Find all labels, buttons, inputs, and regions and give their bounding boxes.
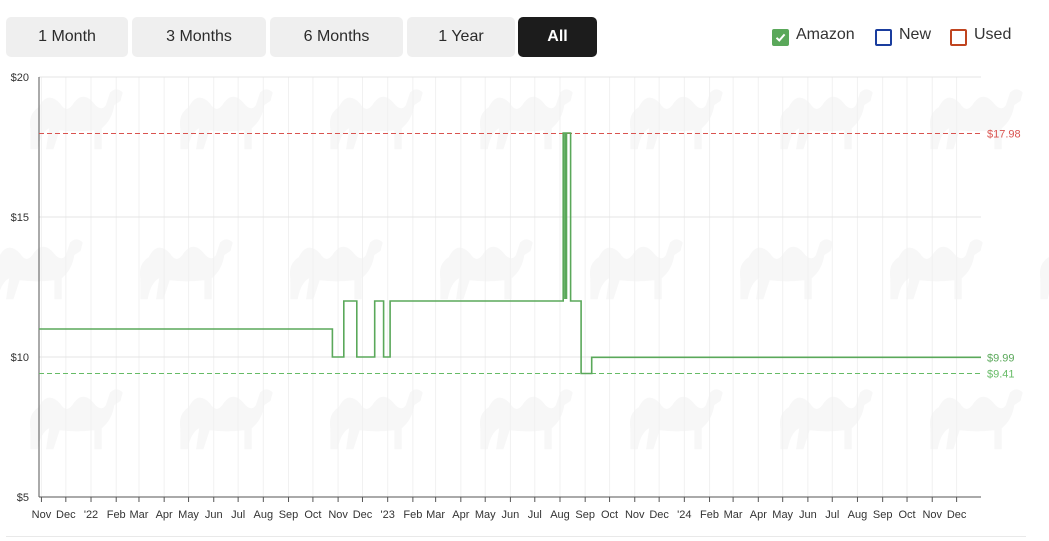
camel-icon [29,389,123,450]
camel-icon-shape [629,89,723,150]
camel-icon-shape [739,239,833,300]
x-tick-label: May [475,509,496,521]
camel-icon [779,89,873,150]
x-tick-label: Sep [873,509,893,521]
divider [6,536,1026,537]
x-tick-label: Feb [403,509,422,521]
x-tick-label: Jun [205,509,223,521]
camel-icon [29,89,123,150]
camel-icon [889,239,983,300]
x-tick-label: Mar [129,509,148,521]
x-tick-label: Sep [279,509,299,521]
x-tick-label: '22 [84,509,98,521]
camel-icon-shape [629,389,723,450]
x-tick-label: Jul [231,509,245,521]
x-tick-label: Aug [550,509,570,521]
reference-label-lowest: $9.41 [987,369,1015,381]
x-tick-label: Jul [528,509,542,521]
x-tick-label: '24 [677,509,691,521]
camel-icon-shape [289,239,383,300]
camel-icon-shape [29,389,123,450]
x-tick-label: '23 [381,509,395,521]
x-tick-label: Nov [328,509,348,521]
x-tick-label: Dec [56,509,76,521]
y-tick-label: $15 [11,212,29,224]
x-tick-label: Apr [750,509,767,521]
camel-icon [929,389,1023,450]
x-tick-label: May [772,509,793,521]
y-tick-label: $5 [17,492,29,504]
reference-label-current: $9.99 [987,352,1015,364]
reference-label-highest: $17.98 [987,129,1021,141]
camel-icon-shape [479,89,573,150]
camel-icon-shape [589,239,683,300]
camel-icon [479,89,573,150]
camel-icon-shape [179,389,273,450]
camel-icon-shape [1039,256,1049,300]
x-tick-label: Nov [32,509,52,521]
camel-icon [439,239,533,300]
camel-icon [1039,256,1049,300]
camel-icon [329,89,423,150]
watermark-layer [0,89,1049,450]
x-tick-label: Dec [947,509,967,521]
camel-icon [739,239,833,300]
camel-icon [179,89,273,150]
x-tick-label: Aug [848,509,868,521]
x-tick-label: Oct [898,509,915,521]
camel-icon-shape [779,89,873,150]
x-tick-label: Mar [724,509,743,521]
x-tick-label: Nov [922,509,942,521]
camel-icon [779,389,873,450]
y-tick-label: $20 [11,72,29,84]
camel-icon [179,389,273,450]
camel-icon-shape [179,89,273,150]
price-chart: $5$10$15$20Nov Dec '22 Feb Mar Apr May Jun Jul Au… [0,72,1049,521]
price-history-widget: 1 Month 3 Months 6 Months 1 Year All Ama… [0,0,1049,541]
camel-icon-shape [29,89,123,150]
x-tick-label: Nov [625,509,645,521]
x-tick-label: Dec [649,509,669,521]
camel-icon-shape [139,239,233,300]
camel-icon-shape [889,239,983,300]
camel-icon [329,389,423,450]
x-tick-label: Feb [107,509,126,521]
camel-icon [479,389,573,450]
camel-icon [629,389,723,450]
x-tick-label: Jun [799,509,817,521]
camel-icon-shape [329,89,423,150]
x-tick-label: Apr [452,509,469,521]
x-tick-label: Oct [304,509,321,521]
camel-icon-shape [439,239,533,300]
camel-icon [289,239,383,300]
x-tick-label: May [178,509,199,521]
x-tick-label: Dec [353,509,373,521]
x-tick-label: Feb [700,509,719,521]
x-tick-label: Mar [426,509,445,521]
camel-icon [139,239,233,300]
x-tick-label: Jun [502,509,520,521]
camel-icon-shape [329,389,423,450]
camel-icon [589,239,683,300]
x-tick-label: Oct [601,509,618,521]
x-tick-label: Apr [156,509,173,521]
y-tick-label: $10 [11,352,29,364]
camel-icon-shape [929,389,1023,450]
camel-icon-shape [779,389,873,450]
x-tick-label: Aug [254,509,274,521]
x-tick-label: Sep [575,509,595,521]
x-tick-label: Jul [825,509,839,521]
camel-icon [629,89,723,150]
camel-icon-shape [479,389,573,450]
